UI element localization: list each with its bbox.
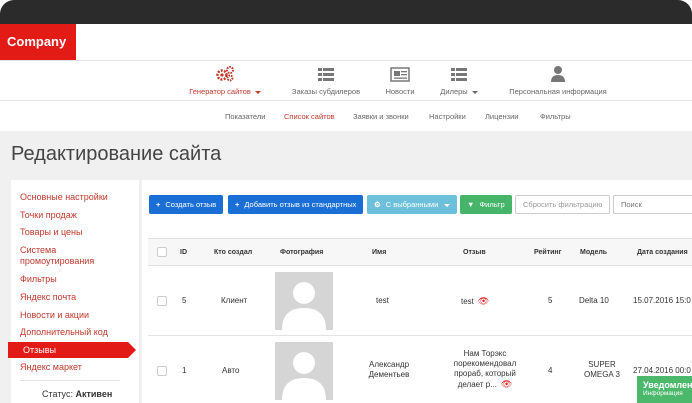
review-text: test (461, 297, 474, 306)
table-header: ID Кто создал Фотография Имя Отзыв Рейти… (148, 238, 692, 266)
select-all-checkbox[interactable] (157, 247, 167, 257)
eye-icon[interactable]: 👁 (501, 379, 512, 389)
sub-nav: Показатели Список сайтов Заявки и звонки… (0, 101, 692, 131)
column-header[interactable]: Рейтинг (534, 249, 562, 256)
filter-icon: ▼ (467, 200, 475, 209)
nav-item-news[interactable]: Новости (380, 62, 420, 96)
cell-id: 5 (182, 296, 187, 305)
gear-icon: ⚙ (374, 200, 381, 209)
company-logo[interactable]: Company (0, 24, 76, 60)
sidebar-item-promotion-system[interactable]: Система промоутирования (20, 245, 120, 267)
nav-item-label: Заказы субдилеров (291, 87, 361, 96)
subnav-item-site-list[interactable]: Список сайтов (284, 112, 335, 121)
person-silhouette-icon (282, 282, 326, 330)
subnav-item-licenses[interactable]: Лицензии (485, 112, 518, 121)
column-header[interactable]: Дата создания (637, 249, 688, 256)
divider (0, 60, 692, 61)
nav-item-subdealer-orders[interactable]: Заказы субдилеров (286, 62, 366, 96)
sidebar-item-additional-code[interactable]: Дополнительный код (20, 327, 120, 338)
with-selected-dropdown[interactable]: ⚙ С выбранными (367, 195, 458, 214)
plus-icon: + (156, 200, 161, 209)
nav-item-label: Персональная информация (509, 87, 607, 96)
sidebar-item-reviews[interactable]: Отзывы (8, 342, 136, 358)
cell-review: test 👁 (461, 296, 489, 307)
cell-created-by: Авто (222, 366, 240, 375)
nav-item-label: Новости (385, 87, 415, 96)
gears-icon (216, 66, 234, 82)
notification-toast[interactable]: Уведомлен Информация (637, 376, 692, 403)
button-label: С выбранными (385, 200, 439, 209)
subnav-item-settings[interactable]: Настройки (429, 112, 466, 121)
avatar-placeholder (275, 342, 333, 400)
sidebar-item-yandex-market[interactable]: Яндекс маркет (20, 362, 120, 373)
cell-created-by: Клиент (221, 296, 248, 305)
nav-item-site-generator[interactable]: Генератор сайтов (183, 62, 267, 96)
sidebar-item-products-prices[interactable]: Товары и цены (20, 227, 120, 238)
add-standard-review-button[interactable]: + Добавить отзыв из стандартных (228, 195, 364, 214)
cell-model: Delta 10 (579, 296, 609, 305)
filter-button[interactable]: ▼ Фильтр (460, 195, 512, 214)
nav-item-dealers[interactable]: Дилеры (434, 62, 484, 96)
column-header[interactable]: ID (180, 249, 187, 256)
status-label: Статус: (42, 389, 73, 399)
cell-date: 15.07.2016 15:0 (633, 296, 691, 305)
cell-name: test (376, 296, 389, 305)
cell-rating: 4 (548, 366, 553, 375)
list-icon (318, 68, 334, 81)
sidebar-item-news-promotions[interactable]: Новости и акции (20, 310, 120, 321)
cell-id: 1 (182, 366, 187, 375)
person-silhouette-icon (282, 352, 326, 400)
site-status: Статус: Активен (42, 389, 112, 399)
subnav-item-indicators[interactable]: Показатели (225, 112, 265, 121)
column-header[interactable]: Имя (372, 249, 386, 256)
table-row[interactable]: 1 Авто Александр Дементьев Нам Торэкс по… (148, 336, 692, 403)
subnav-item-requests-calls[interactable]: Заявки и звонки (353, 112, 409, 121)
newspaper-icon (390, 67, 410, 82)
chevron-down-icon (471, 90, 478, 94)
subnav-item-filters[interactable]: Фильтры (540, 112, 571, 121)
column-header[interactable]: Отзыв (463, 249, 486, 256)
reset-filter-button[interactable]: Сбросить фильтрацию (515, 195, 611, 214)
cell-date: 27.04.2016 00:0 (633, 366, 691, 375)
sidebar-item-yandex-mail[interactable]: Яндекс почта (20, 292, 120, 303)
sidebar-item-points-of-sale[interactable]: Точки продаж (20, 210, 120, 221)
user-icon (551, 66, 565, 82)
nav-item-label: Дилеры (440, 87, 468, 96)
chevron-down-icon (254, 90, 261, 94)
table-row[interactable]: 5 Клиент test test 👁 5 Delta 10 15.07.201… (148, 266, 692, 336)
divider (20, 380, 120, 381)
nav-item-personal-info[interactable]: Персональная информация (505, 62, 611, 96)
button-label: Добавить отзыв из стандартных (244, 200, 357, 209)
toast-title: Уведомлен (643, 380, 692, 390)
column-header[interactable]: Модель (580, 249, 607, 256)
page-title: Редактирование сайта (11, 143, 222, 165)
eye-icon[interactable]: 👁 (478, 296, 489, 307)
toast-subtitle: Информация (643, 390, 683, 397)
cell-rating: 5 (548, 296, 553, 305)
button-label: Сбросить фильтрацию (523, 200, 603, 209)
sidebar-item-filters[interactable]: Фильтры (20, 274, 120, 285)
row-checkbox[interactable] (157, 296, 167, 306)
cell-review: Нам Торэкс порекомендовал прораб, которы… (444, 349, 526, 390)
main-nav: Генератор сайтов Заказы субдилеров Новос… (0, 62, 692, 100)
chevron-down-icon (444, 203, 451, 207)
cell-model: SUPER OMEGA 3 (583, 360, 620, 379)
column-header[interactable]: Кто создал (214, 249, 252, 256)
search-input[interactable] (613, 195, 692, 214)
status-value: Активен (75, 389, 113, 399)
list-icon (451, 68, 467, 81)
button-label: Создать отзыв (165, 200, 217, 209)
row-checkbox[interactable] (157, 366, 167, 376)
reviews-panel: + Создать отзыв + Добавить отзыв из станда… (142, 180, 692, 403)
window-top-bar (0, 0, 692, 24)
create-review-button[interactable]: + Создать отзыв (149, 195, 224, 214)
column-header[interactable]: Фотография (280, 249, 323, 256)
plus-icon: + (235, 200, 240, 209)
nav-item-label: Генератор сайтов (189, 87, 251, 96)
avatar-placeholder (275, 272, 333, 330)
cell-name: Александр Дементьев (368, 360, 410, 379)
sidebar-item-main-settings[interactable]: Основные настройки (20, 192, 120, 203)
button-label: Фильтр (479, 200, 505, 209)
